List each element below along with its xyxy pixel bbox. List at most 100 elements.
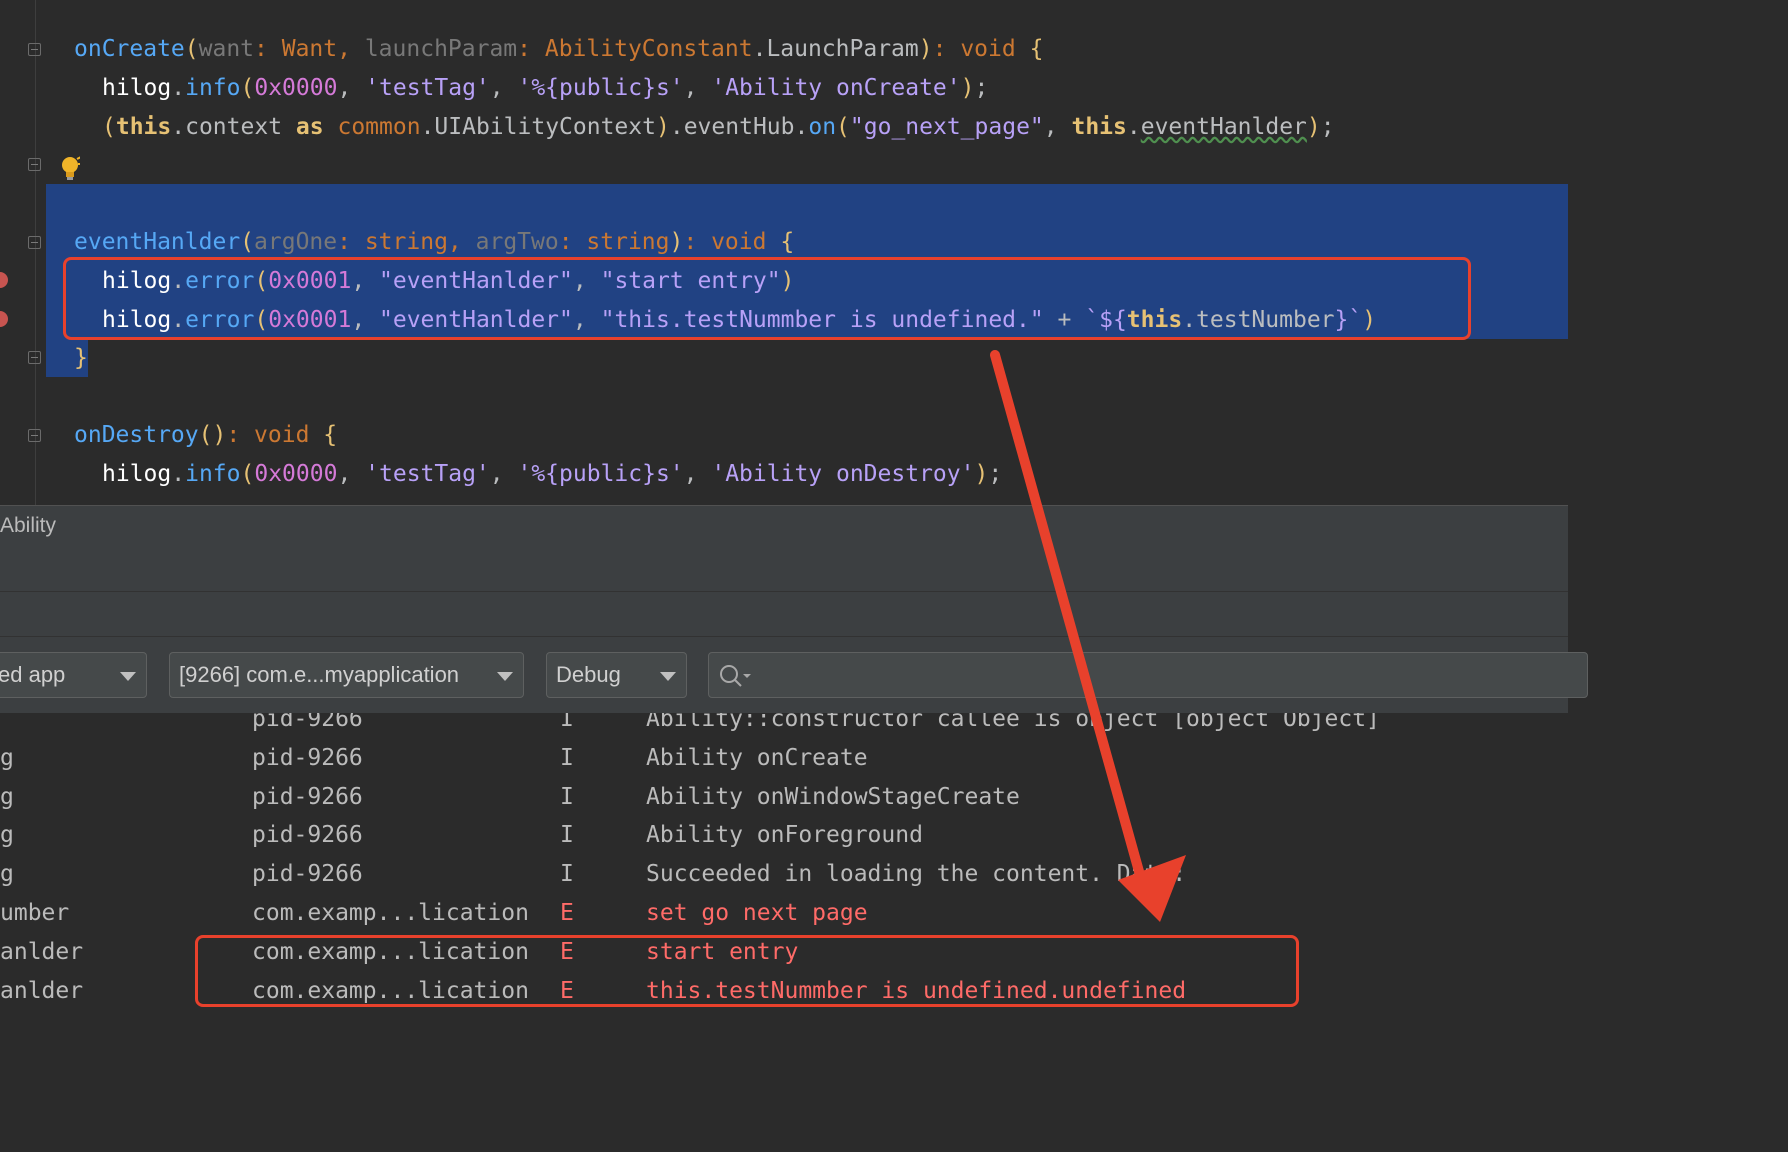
method-call: info xyxy=(185,75,241,101)
method-name: eventHanlder xyxy=(74,229,241,255)
log-filter-bar: ed app [9266] com.e...myapplication Debu… xyxy=(0,637,1588,713)
type: string xyxy=(586,229,670,255)
log-pid: com.examp...lication xyxy=(252,900,529,926)
log-message: Ability onCreate xyxy=(646,744,868,771)
log-level: I xyxy=(560,783,574,810)
log-level: I xyxy=(560,822,574,849)
return-type: void xyxy=(711,229,767,255)
chevron-down-icon xyxy=(497,672,513,681)
log-tag: g xyxy=(0,783,14,810)
log-level: I xyxy=(560,744,574,771)
log-pid: pid-9266 xyxy=(252,744,363,771)
log-tag: umber xyxy=(0,900,70,926)
string-literal: 'Ability onCreate' xyxy=(711,75,961,101)
annotation-box-code xyxy=(63,257,1471,340)
type: LaunchParam xyxy=(766,36,919,62)
param: argOne xyxy=(254,229,338,255)
number-literal: 0x0000 xyxy=(254,461,338,487)
log-message: set go next page xyxy=(646,900,868,926)
method-name: onCreate xyxy=(74,36,185,62)
log-pid: pid-9266 xyxy=(252,822,363,849)
identifier: eventHanlder xyxy=(1140,114,1307,140)
log-level-value: Debug xyxy=(556,662,621,687)
log-tag: g xyxy=(0,861,14,888)
method-call: on xyxy=(808,114,837,140)
type: Want xyxy=(281,36,338,62)
log-row[interactable]: g pid-9266 I Ability onCreate xyxy=(0,739,1568,778)
log-level-dropdown[interactable]: Debug xyxy=(546,652,687,698)
log-tag: g xyxy=(0,822,14,849)
log-tag: anlder xyxy=(0,938,84,965)
fold-marker[interactable] xyxy=(28,351,41,364)
identifier: hilog xyxy=(102,75,172,101)
keyword: as xyxy=(295,114,324,140)
type: AbilityConstant xyxy=(544,36,753,62)
code-line-oncreate: onCreate(want: Want, launchParam: Abilit… xyxy=(74,36,1044,62)
code-editor[interactable]: onCreate(want: Want, launchParam: Abilit… xyxy=(0,0,1568,505)
lightbulb-icon[interactable] xyxy=(60,156,80,182)
fold-marker[interactable] xyxy=(28,43,41,56)
method-call: info xyxy=(185,461,241,487)
code-line-ondestroy: onDestroy(): void { xyxy=(74,422,338,448)
code-line-hilog-info-destroy: hilog.info(0x0000, 'testTag', '%{public}… xyxy=(102,461,1003,487)
string-literal: 'Ability onDestroy' xyxy=(711,461,975,487)
return-type: void xyxy=(960,36,1016,62)
log-message: Ability onWindowStageCreate xyxy=(646,783,1020,810)
search-icon xyxy=(720,665,751,687)
return-type: void xyxy=(254,422,310,448)
code-line-eventhub: (this.context as common.UIAbilityContext… xyxy=(102,114,1335,140)
type: string xyxy=(364,229,448,255)
number-literal: 0x0000 xyxy=(254,75,338,101)
process-dropdown[interactable]: [9266] com.e...myapplication xyxy=(169,652,524,698)
string-literal: "go_next_page" xyxy=(849,114,1044,140)
log-row[interactable]: g pid-9266 I Ability onWindowStageCreate xyxy=(0,778,1568,817)
code-line-eventhanlder-decl: eventHanlder(argOne: string, argTwo: str… xyxy=(74,229,795,255)
namespace: common xyxy=(337,114,421,140)
annotation-box-logs xyxy=(195,935,1299,1007)
log-panel-header: Ability xyxy=(0,505,1568,546)
string-literal: 'testTag' xyxy=(365,461,490,487)
closing-brace: } xyxy=(74,345,88,371)
string-literal: '%{public}s' xyxy=(517,75,684,101)
log-message: Succeeded in loading the content. Data: xyxy=(646,861,1187,888)
param: want xyxy=(198,36,255,62)
device-dropdown[interactable]: ed app xyxy=(0,652,147,698)
string-literal: 'testTag' xyxy=(365,75,490,101)
keyword: this xyxy=(115,114,172,140)
log-pid: pid-9266 xyxy=(252,713,363,732)
log-row[interactable]: umber com.examp...lication Eset go next pa… xyxy=(0,894,1568,933)
method-name: onDestroy xyxy=(74,422,199,448)
log-row[interactable]: g pid-9266 I Succeeded in loading the conte… xyxy=(0,855,1568,894)
log-message: Ability onForeground xyxy=(646,822,923,849)
chevron-down-icon xyxy=(120,672,136,681)
breakpoint-icon[interactable] xyxy=(0,272,8,288)
device-dropdown-value: ed app xyxy=(0,662,66,687)
log-message: Ability::constructor callee is object [o… xyxy=(646,713,1380,732)
chevron-down-icon xyxy=(660,672,676,681)
log-pid: pid-9266 xyxy=(252,783,363,810)
identifier: hilog xyxy=(102,461,172,487)
log-row[interactable]: pid-9266 I Ability::constructor callee is … xyxy=(0,713,1568,739)
log-row[interactable]: g pid-9266 I Ability onForeground xyxy=(0,816,1568,855)
code-line-hilog-info: hilog.info(0x0000, 'testTag', '%{public}… xyxy=(102,75,989,101)
log-tag: g xyxy=(0,744,14,771)
log-pid: pid-9266 xyxy=(252,861,363,888)
fold-marker[interactable] xyxy=(28,158,41,171)
identifier: eventHub xyxy=(683,114,795,140)
string-literal: '%{public}s' xyxy=(517,461,684,487)
param: argTwo xyxy=(475,229,559,255)
fold-marker[interactable] xyxy=(28,236,41,249)
toolbar-strip xyxy=(0,592,1568,637)
fold-marker[interactable] xyxy=(28,429,41,442)
log-level: I xyxy=(560,713,574,732)
class-name: UIAbilityContext xyxy=(434,114,656,140)
param: launchParam xyxy=(364,36,518,62)
keyword: this xyxy=(1071,114,1127,140)
panel-title: Ability xyxy=(0,514,57,537)
process-dropdown-value: [9266] com.e...myapplication xyxy=(179,662,460,687)
breakpoint-icon[interactable] xyxy=(0,311,8,327)
log-level: I xyxy=(560,861,574,888)
identifier: context xyxy=(185,114,283,140)
log-tag: anlder xyxy=(0,977,84,1004)
log-search-input[interactable] xyxy=(708,652,1588,698)
